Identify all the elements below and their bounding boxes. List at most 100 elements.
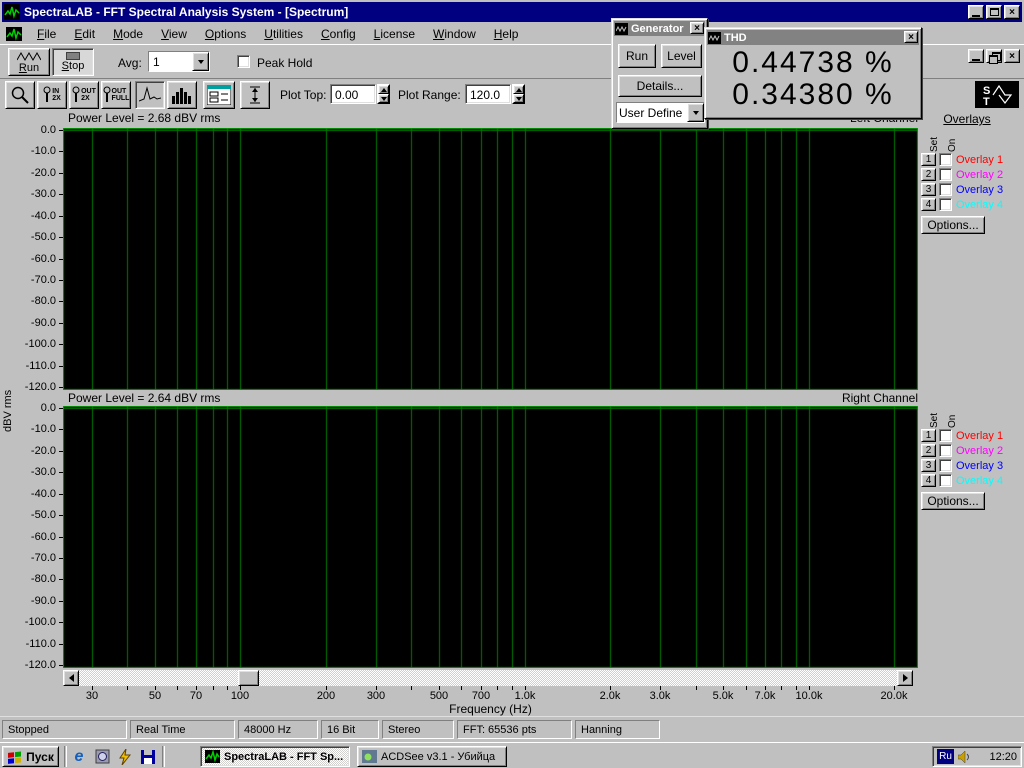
language-indicator[interactable]: Ru	[937, 749, 954, 764]
quick-view-icon[interactable]	[93, 748, 111, 765]
overlay-on-checkbox-3[interactable]	[939, 459, 952, 472]
x-axis-tick-label: 1.0k	[501, 690, 549, 702]
plot-top-input[interactable]: 0.00	[330, 84, 376, 104]
x-axis-tick-label: 500	[415, 690, 463, 702]
start-button[interactable]: Пуск	[2, 746, 59, 767]
task-button-0[interactable]: SpectraLAB - FFT Sp...	[200, 746, 350, 767]
menu-options[interactable]: Options	[196, 25, 255, 43]
overlay-on-checkbox-2[interactable]	[939, 444, 952, 457]
menu-config[interactable]: Config	[312, 25, 365, 43]
overlay-set-button-3[interactable]: 3	[921, 459, 936, 472]
zoom-tool-button[interactable]	[5, 81, 35, 109]
menu-edit[interactable]: Edit	[65, 25, 104, 43]
y-axis-tick-label: -80.0	[0, 295, 56, 307]
overlay-on-checkbox-4[interactable]	[939, 474, 952, 487]
generator-level-button[interactable]: Level	[661, 44, 702, 68]
overlays-on-label: On	[947, 126, 958, 152]
status-field-6: Hanning	[575, 720, 660, 739]
run-wave-icon	[17, 51, 41, 62]
plot-range-up-icon[interactable]	[513, 85, 524, 94]
menu-help[interactable]: Help	[485, 25, 528, 43]
run-button[interactable]: Run	[8, 48, 50, 76]
x-axis-tick-mark	[411, 686, 412, 690]
bar-view-button[interactable]	[167, 81, 197, 109]
overlay-on-checkbox-4[interactable]	[939, 198, 952, 211]
overlay-set-button-2[interactable]: 2	[921, 168, 936, 181]
frequency-scrollbar[interactable]	[63, 670, 913, 686]
thd-close-icon[interactable]: ×	[904, 31, 918, 43]
menu-file[interactable]: File	[28, 25, 65, 43]
y-axis-tick-label: -20.0	[0, 445, 56, 457]
mdi-child-icon[interactable]	[6, 27, 22, 41]
task-button-1[interactable]: ACDSee v3.1 - Убийца	[357, 746, 507, 767]
overlay-set-button-1[interactable]: 1	[921, 153, 936, 166]
volume-icon[interactable]	[958, 751, 971, 763]
menu-license[interactable]: License	[365, 25, 424, 43]
generator-close-icon[interactable]: ×	[690, 22, 704, 34]
spectrum-plot-left[interactable]	[63, 128, 918, 390]
scroll-left-arrow-icon[interactable]	[63, 670, 79, 686]
lightning-app-icon[interactable]	[116, 748, 134, 765]
menu-view[interactable]: View	[152, 25, 196, 43]
overlay-set-button-2[interactable]: 2	[921, 444, 936, 457]
clock[interactable]: 12:20	[989, 751, 1017, 763]
generator-mode-combobox[interactable]: User Define	[616, 102, 705, 123]
scroll-right-arrow-icon[interactable]	[897, 670, 913, 686]
scrollbar-thumb[interactable]	[238, 670, 259, 686]
overlay-row: 1Overlay 1	[921, 152, 1023, 167]
y-axis-tick-label: -110.0	[0, 638, 56, 650]
generator-title-bar[interactable]: Generator ×	[614, 21, 705, 36]
thd-title: THD	[724, 32, 747, 44]
y-axis-tick-mark	[59, 622, 63, 623]
thd-value-left: 0.44738 %	[705, 47, 921, 79]
overlay-set-button-1[interactable]: 1	[921, 429, 936, 442]
stop-button[interactable]: Stop	[52, 48, 94, 76]
overlay-on-checkbox-2[interactable]	[939, 168, 952, 181]
overlays-options-button[interactable]: Options...	[921, 216, 985, 234]
save-disk-icon[interactable]	[139, 748, 157, 765]
menu-mode[interactable]: Mode	[104, 25, 152, 43]
menu-utilities[interactable]: Utilities	[255, 25, 312, 43]
zoom-out-full-button[interactable]: OUTFULL	[101, 81, 131, 109]
display-settings-button[interactable]	[203, 81, 235, 109]
title-bar: SpectraLAB - FFT Spectral Analysis Syste…	[2, 2, 1022, 22]
plot-top-spinner[interactable]	[377, 84, 390, 104]
avg-combobox[interactable]: 1	[148, 51, 210, 72]
spectrum-view-button[interactable]	[135, 81, 165, 109]
plot-top-up-icon[interactable]	[378, 85, 389, 94]
plot-top-down-icon[interactable]	[378, 94, 389, 103]
vertical-scale-button[interactable]	[240, 81, 270, 109]
overlays-options-button[interactable]: Options...	[921, 492, 985, 510]
generator-run-button[interactable]: Run	[618, 44, 656, 68]
overlay-on-checkbox-1[interactable]	[939, 429, 952, 442]
overlay-on-checkbox-1[interactable]	[939, 153, 952, 166]
y-axis-tick-label: -70.0	[0, 552, 56, 564]
plot-range-input[interactable]: 120.0	[465, 84, 511, 104]
maximize-button[interactable]	[986, 5, 1002, 19]
zoom-out-2x-button[interactable]: OUT2X	[69, 81, 99, 109]
y-axis-tick-label: -20.0	[0, 167, 56, 179]
overlay-on-checkbox-3[interactable]	[939, 183, 952, 196]
generator-details-button[interactable]: Details...	[618, 75, 702, 97]
overlay-row: 1Overlay 1	[921, 428, 1023, 443]
overlays-panel-left: Overlays Set On 1Overlay 12Overlay 23Ove…	[921, 112, 1023, 234]
overlay-set-button-4[interactable]: 4	[921, 198, 936, 211]
close-button[interactable]: ×	[1004, 5, 1020, 19]
minimize-button[interactable]	[968, 5, 984, 19]
internet-explorer-icon[interactable]: e	[70, 748, 88, 765]
status-field-2: 48000 Hz	[238, 720, 318, 739]
generator-mode-dropdown-arrow-icon[interactable]	[687, 103, 704, 122]
spectrum-plot-right[interactable]	[63, 406, 918, 668]
thd-title-bar[interactable]: THD ×	[707, 30, 919, 45]
y-axis-tick-mark	[59, 644, 63, 645]
menu-window[interactable]: Window	[424, 25, 485, 43]
zoom-in-2x-button[interactable]: IN2X	[37, 81, 67, 109]
plot-range-spinner[interactable]	[512, 84, 525, 104]
plot-range-down-icon[interactable]	[513, 94, 524, 103]
peak-hold-checkbox[interactable]	[237, 55, 250, 68]
overlay-set-button-3[interactable]: 3	[921, 183, 936, 196]
overlay-set-button-4[interactable]: 4	[921, 474, 936, 487]
avg-dropdown-arrow-icon[interactable]	[192, 52, 209, 71]
zoom-full-icon	[103, 84, 112, 106]
generator-title: Generator	[631, 23, 684, 35]
